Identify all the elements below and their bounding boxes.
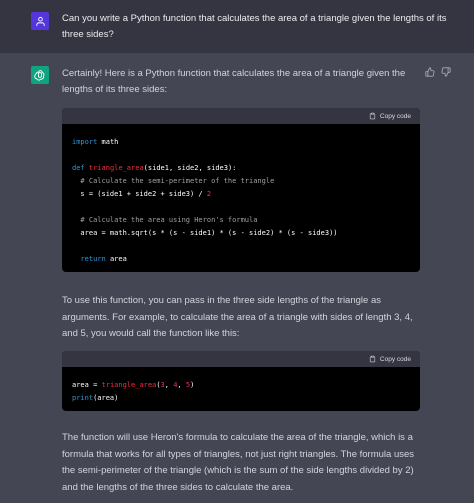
code-text: math — [97, 138, 119, 146]
code-content: area = triangle_area(3, 4, 5) print(area… — [62, 367, 420, 405]
code-text: ) — [190, 381, 195, 389]
user-message-text: Can you write a Python function that cal… — [62, 13, 447, 40]
code-keyword: def — [72, 164, 85, 172]
code-block-function: Copy code import math def triangle_area(… — [62, 108, 420, 272]
code-function-name: triangle_area — [88, 164, 144, 172]
thumbs-up-icon[interactable] — [425, 67, 435, 77]
user-icon — [35, 16, 45, 26]
code-text: (side1, side2, side3): — [143, 164, 237, 172]
code-block-header: Copy code — [62, 108, 420, 124]
clipboard-icon — [369, 112, 376, 120]
code-keyword: import — [72, 138, 98, 146]
code-number: 2 — [206, 190, 212, 198]
code-builtin: print — [72, 394, 94, 402]
code-block-usage: Copy code area = triangle_area(3, 4, 5) … — [62, 351, 420, 411]
code-text: s = (side1 + side2 + side3) / — [72, 190, 207, 198]
code-block-header: Copy code — [62, 351, 420, 367]
code-comment: # Calculate the area using Heron's formu… — [72, 216, 258, 224]
assistant-paragraph-usage: To use this function, you can pass in th… — [62, 295, 413, 339]
code-text: area — [105, 255, 127, 263]
code-content: import math def triangle_area(side1, sid… — [62, 124, 420, 266]
clipboard-icon — [369, 355, 376, 363]
user-avatar — [31, 12, 49, 30]
thumbs-down-icon[interactable] — [441, 67, 451, 77]
code-comment: # Calculate the semi-perimeter of the tr… — [72, 177, 275, 185]
user-message-row: Can you write a Python function that cal… — [0, 0, 474, 53]
assistant-paragraph-explanation: The function will use Heron's formula to… — [62, 432, 415, 493]
assistant-intro-text: Certainly! Here is a Python function tha… — [62, 68, 406, 95]
code-text: area = — [72, 381, 102, 389]
code-text: area = math.sqrt(s * (s - side1) * (s - … — [72, 229, 338, 237]
openai-logo-icon — [34, 70, 45, 81]
code-text: (area) — [93, 394, 119, 402]
copy-code-label: Copy code — [379, 355, 411, 363]
copy-code-button[interactable]: Copy code — [369, 112, 411, 120]
copy-code-button[interactable]: Copy code — [369, 355, 411, 363]
code-text: , — [177, 381, 186, 389]
assistant-avatar — [31, 66, 49, 84]
code-text: , — [164, 381, 174, 389]
code-function-name: triangle_area — [101, 381, 157, 389]
code-keyword: return — [80, 255, 106, 263]
copy-code-label: Copy code — [379, 112, 411, 120]
